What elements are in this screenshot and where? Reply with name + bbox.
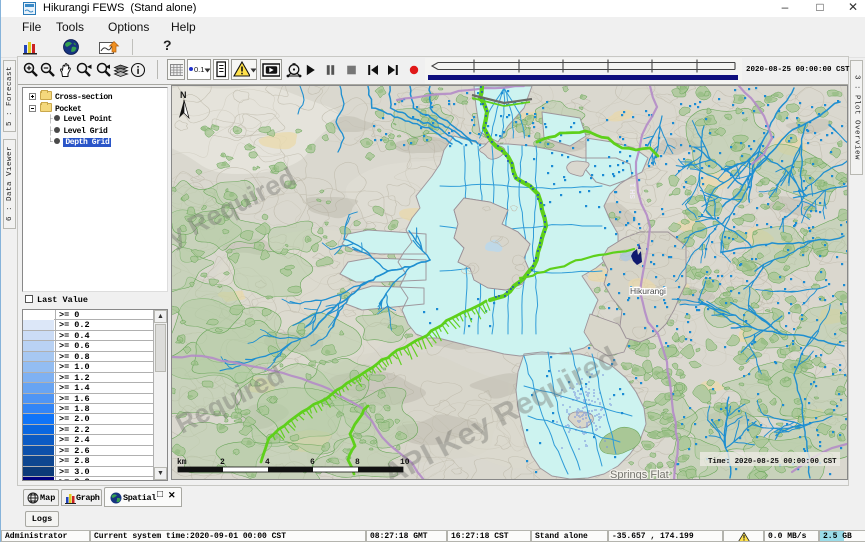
svg-text:Hikurangi: Hikurangi xyxy=(630,286,666,296)
svg-text:N: N xyxy=(180,90,187,100)
svg-text:Time: 2020-08-25 00:00:00 CST: Time: 2020-08-25 00:00:00 CST xyxy=(708,458,837,466)
svg-text:Springs Flat: Springs Flat xyxy=(610,469,669,480)
svg-text:SH 1: SH 1 xyxy=(630,183,637,199)
svg-text:km: km xyxy=(177,458,187,467)
svg-text:10: 10 xyxy=(400,458,410,467)
svg-text:2: 2 xyxy=(220,458,225,467)
svg-text:8: 8 xyxy=(355,458,360,467)
svg-text:4: 4 xyxy=(265,458,270,467)
svg-text:6: 6 xyxy=(310,458,315,467)
